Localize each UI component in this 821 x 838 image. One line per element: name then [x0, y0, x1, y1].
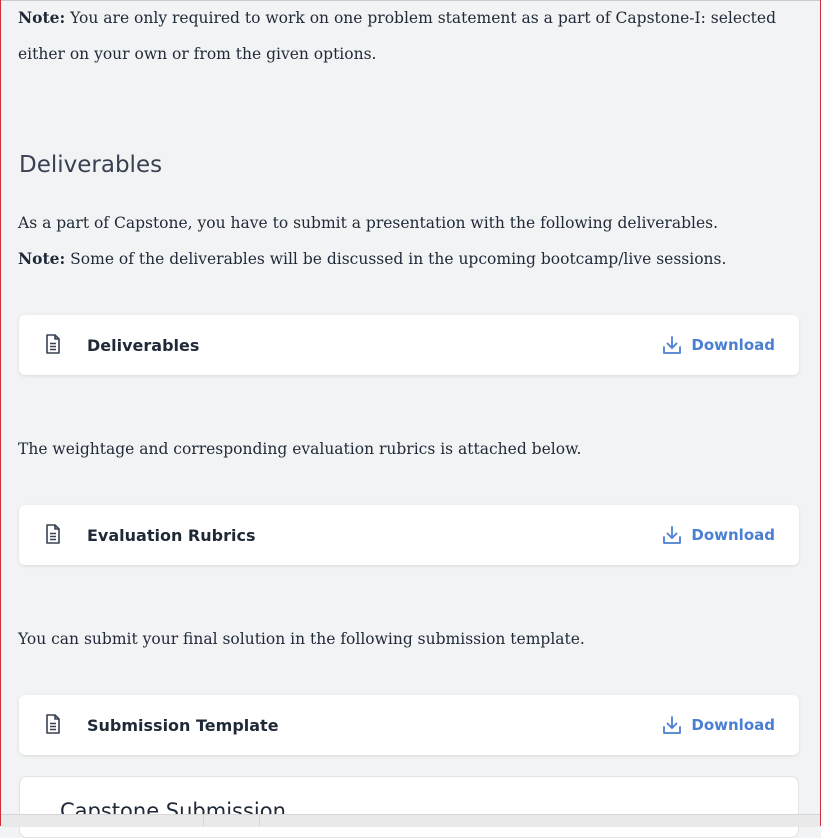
download-button[interactable]: Download — [662, 335, 775, 355]
download-icon — [663, 526, 682, 544]
download-icon — [663, 336, 682, 354]
document-icon — [46, 334, 60, 354]
deliverables-intro: As a part of Capstone, you have to submi… — [18, 214, 718, 232]
download-button[interactable]: Download — [662, 525, 775, 545]
note-text: You are only required to work on one pro… — [18, 9, 777, 63]
card-title: Submission Template — [87, 715, 279, 735]
download-icon — [663, 716, 682, 734]
download-label: Download — [691, 336, 775, 354]
section-heading-deliverables: Deliverables — [19, 152, 163, 178]
download-label: Download — [691, 526, 775, 544]
deliverables-card: Deliverables Download — [19, 315, 799, 375]
scrollbar-segment — [259, 815, 316, 827]
note-text: Some of the deliverables will be discuss… — [65, 250, 727, 268]
note-label: Note: — [18, 249, 66, 268]
submission-description: You can submit your final solution in th… — [18, 630, 585, 648]
evaluation-rubrics-card: Evaluation Rubrics Download — [19, 505, 799, 565]
note-label: Note: — [18, 8, 66, 27]
bottom-scrollbar[interactable] — [1, 814, 820, 827]
deliverables-note: Note: Some of the deliverables will be d… — [18, 241, 808, 277]
capstone-submission-card: Capstone Submission — [19, 776, 799, 838]
download-button[interactable]: Download — [662, 715, 775, 735]
card-title: Evaluation Rubrics — [87, 525, 256, 545]
intro-note: Note: You are only required to work on o… — [18, 0, 808, 72]
submission-template-card: Submission Template Download — [19, 695, 799, 755]
document-icon — [46, 714, 60, 734]
scrollbar-segment — [203, 815, 260, 827]
download-label: Download — [691, 716, 775, 734]
rubrics-description: The weightage and corresponding evaluati… — [18, 440, 582, 458]
card-title: Deliverables — [87, 335, 200, 355]
document-icon — [46, 524, 60, 544]
